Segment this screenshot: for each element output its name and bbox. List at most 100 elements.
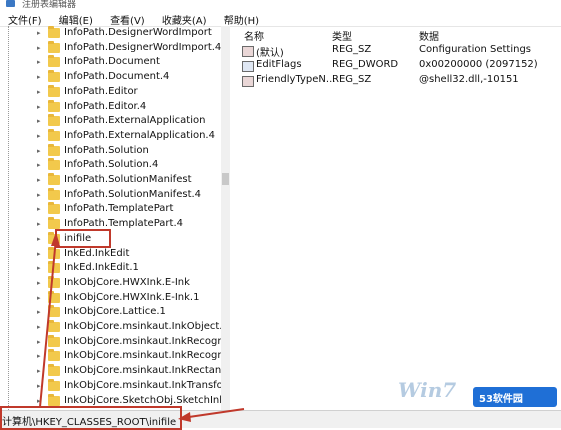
folder-icon: [48, 305, 60, 318]
tree-item[interactable]: ▸ InfoPath.TemplatePart: [0, 202, 228, 217]
menu-file[interactable]: 文件(F): [0, 10, 48, 27]
expand-chevron-icon[interactable]: ▸: [37, 279, 41, 287]
column-name[interactable]: 名称: [244, 28, 264, 43]
expand-chevron-icon[interactable]: ▸: [37, 323, 41, 331]
tree-item[interactable]: ▸ InkObjCore.msinkaut.InkRecognizers.: [0, 349, 228, 364]
string-value-icon: [242, 76, 254, 87]
folder-icon: [48, 40, 60, 53]
tree-item-label: InkEd.InkEdit: [64, 247, 130, 259]
tree-item[interactable]: ▸ InfoPath.Document.4: [0, 70, 228, 85]
tree-item[interactable]: ▸ InfoPath.Document: [0, 55, 228, 70]
tree-item-label: InfoPath.Solution.4: [64, 159, 159, 171]
expand-chevron-icon[interactable]: ▸: [37, 176, 41, 184]
tree-item[interactable]: ▸ InkObjCore.msinkaut.InkRecognizerG: [0, 334, 228, 350]
folder-icon: [48, 261, 60, 274]
tree-item[interactable]: ▸ InkObjCore.msinkaut.InkObject.1: [0, 320, 228, 335]
tree-item[interactable]: ▸ InfoPath.TemplatePart.4: [0, 217, 228, 232]
folder-icon: [48, 378, 60, 391]
tree-item[interactable]: ▸ InfoPath.ExternalApplication: [0, 114, 228, 129]
expand-chevron-icon[interactable]: ▸: [37, 397, 41, 405]
tree-item[interactable]: ▸ InfoPath.ExternalApplication.4: [0, 128, 228, 144]
column-data[interactable]: 数据: [419, 28, 439, 43]
tree-item-label: InfoPath.SolutionManifest: [64, 174, 192, 185]
tree-item[interactable]: ▸ InkObjCore.msinkaut.InkTransform.1: [0, 378, 230, 394]
expand-chevron-icon[interactable]: ▸: [37, 382, 41, 390]
expand-chevron-icon[interactable]: ▸: [37, 44, 41, 52]
win7-watermark: Win7: [398, 378, 457, 402]
expand-chevron-icon[interactable]: ▸: [37, 73, 41, 81]
tree-item[interactable]: ▸ inifile: [0, 231, 228, 247]
scrollbar-thumb[interactable]: [222, 173, 229, 185]
registry-icon: [6, 0, 15, 7]
folder-icon: [48, 349, 60, 362]
expand-chevron-icon[interactable]: ▸: [37, 338, 41, 346]
site-badge-label: 53软件园: [479, 394, 523, 405]
tree-item-label: InkObjCore.Lattice.1: [64, 306, 166, 318]
expand-chevron-icon[interactable]: ▸: [37, 220, 41, 228]
folder-icon: [48, 158, 60, 171]
column-type[interactable]: 类型: [332, 28, 352, 43]
expand-chevron-icon[interactable]: ▸: [37, 264, 41, 272]
expand-chevron-icon[interactable]: ▸: [37, 250, 41, 258]
value-data: 0x00200000 (2097152): [419, 59, 538, 70]
value-row[interactable]: (默认) REG_SZ Configuration Settings: [232, 43, 561, 59]
tree-item[interactable]: ▸ InfoPath.SolutionManifest: [0, 173, 228, 188]
tree-item[interactable]: ▸ InfoPath.DesignerWordImport.4: [0, 40, 228, 56]
expand-chevron-icon[interactable]: ▸: [37, 308, 41, 316]
tree-item-label: InfoPath.Editor: [64, 85, 138, 97]
tree-item[interactable]: ▸ InfoPath.Editor: [0, 84, 228, 100]
folder-icon: [48, 320, 60, 332]
tree-item[interactable]: ▸ InfoPath.Editor.4: [0, 99, 228, 115]
tree-item-label: InkObjCore.msinkaut.InkRecognizerG: [64, 335, 228, 347]
expand-chevron-icon[interactable]: ▸: [37, 88, 41, 96]
expand-chevron-icon[interactable]: ▸: [37, 367, 41, 375]
folder-icon: [48, 128, 60, 141]
tree-item[interactable]: ▸ InkObjCore.HWXInk.E-Ink: [0, 275, 228, 291]
tree-item[interactable]: ▸ InfoPath.Solution.4: [0, 158, 228, 173]
value-row[interactable]: EditFlags REG_DWORD 0x00200000 (2097152): [232, 58, 561, 73]
tree-item-label: InfoPath.Document.4: [64, 71, 170, 83]
tree-item[interactable]: ▸ InkEd.InkEdit: [0, 246, 228, 262]
expand-chevron-icon[interactable]: ▸: [37, 117, 41, 125]
tree-item[interactable]: ▸ InfoPath.Solution: [0, 143, 228, 159]
key-tree[interactable]: ▸ InfoPath.DesignerWordImport ▸ InfoPath.De…: [0, 26, 230, 410]
tree-item[interactable]: ▸ InkObjCore.HWXInk.E-Ink.1: [0, 290, 228, 306]
tree-item[interactable]: ▸ InkObjCore.msinkaut.InkRectangle.1: [0, 364, 228, 379]
menu-edit[interactable]: 编辑(E): [51, 10, 99, 27]
expand-chevron-icon[interactable]: ▸: [37, 191, 41, 199]
tree-item[interactable]: ▸ InkEd.InkEdit.1: [0, 261, 228, 276]
tree-item-label: InkObjCore.SketchObj.SketchInk: [64, 394, 226, 406]
expand-chevron-icon[interactable]: ▸: [37, 147, 41, 155]
tree-item-label: InfoPath.Document: [64, 56, 160, 68]
tree-item-label: InkObjCore.msinkaut.InkRecognizers.: [64, 350, 228, 362]
expand-chevron-icon[interactable]: ▸: [37, 29, 41, 37]
folder-icon: [48, 202, 60, 215]
tree-item[interactable]: ▸ InfoPath.DesignerWordImport: [0, 26, 228, 41]
tree-item-label: InfoPath.DesignerWordImport.4: [64, 41, 222, 53]
selected-key-highlight: [55, 229, 111, 248]
folder-icon: [48, 114, 60, 127]
tree-item-label: InkObjCore.msinkaut.InkTransform.1: [64, 379, 230, 391]
expand-chevron-icon[interactable]: ▸: [37, 161, 41, 169]
tree-scrollbar[interactable]: [221, 26, 230, 410]
folder-icon: [48, 246, 60, 259]
expand-chevron-icon[interactable]: ▸: [37, 132, 41, 140]
tree-item[interactable]: ▸ InfoPath.SolutionManifest.4: [0, 187, 228, 203]
expand-chevron-icon[interactable]: ▸: [37, 352, 41, 360]
status-path-highlight: [0, 406, 182, 430]
menu-favorites[interactable]: 收藏夹(A): [154, 10, 213, 27]
value-row[interactable]: FriendlyTypeN... REG_SZ @shell32.dll,-1015…: [232, 73, 561, 88]
tree-item-label: InfoPath.TemplatePart.4: [64, 218, 183, 230]
expand-chevron-icon[interactable]: ▸: [37, 103, 41, 111]
menu-help[interactable]: 帮助(H): [216, 10, 265, 27]
tree-item[interactable]: ▸ InkObjCore.Lattice.1: [0, 305, 228, 320]
menu-view[interactable]: 查看(V): [102, 10, 151, 27]
expand-chevron-icon[interactable]: ▸: [37, 235, 41, 243]
expand-chevron-icon[interactable]: ▸: [37, 58, 41, 66]
menu-bar: 文件(F) 编辑(E) 查看(V) 收藏夹(A) 帮助(H): [0, 10, 561, 27]
tree-item-label: InkObjCore.msinkaut.InkRectangle.1: [64, 365, 230, 377]
value-name: EditFlags: [256, 59, 302, 70]
tree-item-label: InfoPath.DesignerWordImport: [64, 27, 212, 38]
expand-chevron-icon[interactable]: ▸: [37, 205, 41, 213]
expand-chevron-icon[interactable]: ▸: [37, 294, 41, 302]
